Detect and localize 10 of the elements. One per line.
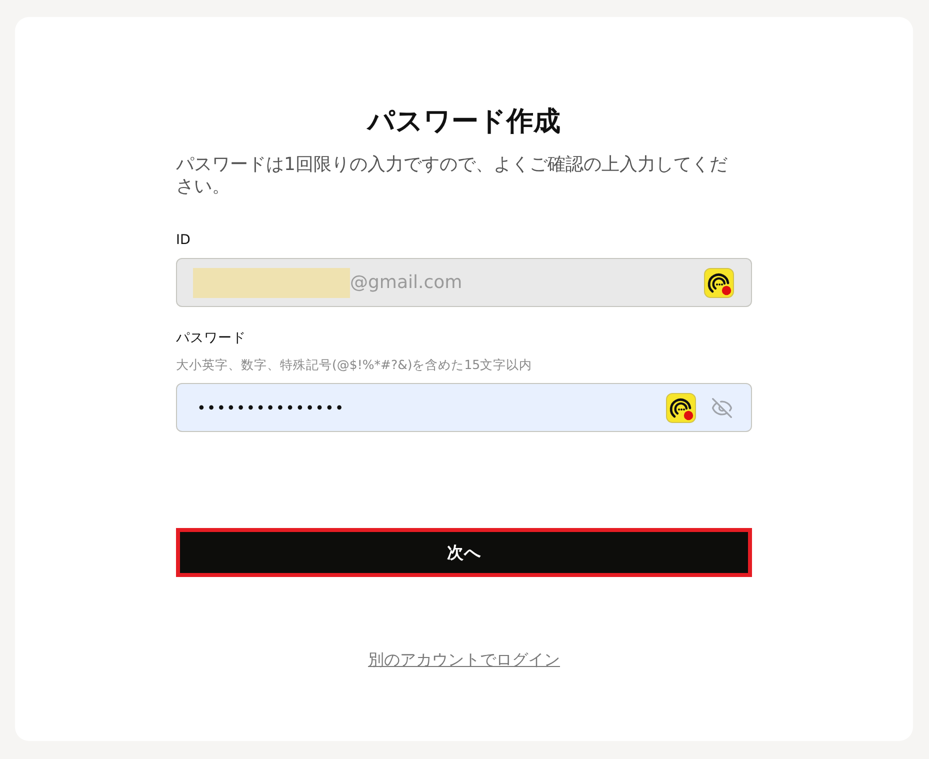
email-value: @gmail.com — [350, 272, 462, 293]
field-label: パスワード — [176, 329, 246, 348]
next-button[interactable]: 次へ — [176, 528, 752, 577]
switch-account-link[interactable]: 別のアカウントでログイン — [368, 649, 560, 671]
page-description: パスワードは1回限りの入力ですので、よくご確認の上入力してください。 — [176, 154, 728, 198]
password-mask: ••••••••••••••• — [196, 398, 345, 416]
field-label: ID — [176, 231, 190, 250]
password-field[interactable]: ••••••••••••••• — [176, 383, 752, 432]
field-hint: 大小英字、数字、特殊記号(@$!%*#?&)を含めた15文字以内 — [176, 356, 532, 374]
page-title: パスワード作成 — [368, 105, 560, 139]
